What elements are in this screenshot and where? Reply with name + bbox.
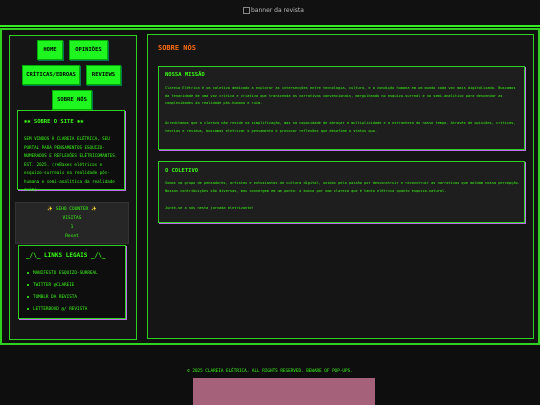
link-item[interactable]: LETTERBOXD @/ REVISTA: [27, 307, 87, 312]
links-title: _/\_ LINKS LEGAIS _/\_: [26, 252, 106, 259]
bullet-icon: [27, 283, 29, 286]
footer-widget: [193, 378, 375, 405]
collective-paragraph-1: Somos um grupo de pensadores, artistas e…: [165, 181, 520, 193]
counter-reset-button[interactable]: Reset: [16, 234, 128, 239]
mission-card: NOSSA MISSÃO Clareia Elétrica é um colet…: [158, 66, 525, 150]
nav-opinioes-button[interactable]: OPINIÕES: [69, 40, 108, 60]
bullet-icon: [27, 295, 29, 298]
collective-paragraph-2: Junte-se a nós nesta jornada eletrizante…: [165, 206, 254, 210]
banner-image: banner da revista: [243, 7, 304, 14]
links-box: _/\_ LINKS LEGAIS _/\_ MANIFESTO ESQUIZO…: [18, 245, 126, 319]
bullet-icon: [27, 307, 29, 310]
link-item[interactable]: MANIFESTO ESQUIZO-SURREAL: [27, 271, 98, 276]
link-item[interactable]: TWITTER @CLAREIE: [27, 283, 74, 288]
page-title: SOBRE NÓS: [158, 44, 196, 52]
collective-title: O COLETIVO: [165, 168, 199, 174]
about-site-title: ✱✱ SOBRE O SITE ✱✱: [24, 119, 84, 125]
mission-paragraph-2: Acreditamos que a clareza não reside na …: [165, 121, 516, 133]
broken-image-icon: [243, 7, 250, 14]
visit-counter: ✨ SEHO COUNTER ✨ VISITAS 1 Reset: [15, 202, 129, 244]
mission-title: NOSSA MISSÃO: [165, 72, 205, 78]
link-item[interactable]: TUMBLR DA REVISTA: [27, 295, 77, 300]
collective-card: O COLETIVO Somos um grupo de pensadores,…: [158, 161, 525, 223]
nav-criticas-button[interactable]: CRÍTICAS/EDROAS: [22, 65, 80, 85]
bullet-icon: [27, 271, 29, 274]
nav-home-button[interactable]: HOME: [37, 40, 63, 60]
banner-alt-text: banner da revista: [251, 7, 304, 14]
about-site-box: ✱✱ SOBRE O SITE ✱✱ SEM VINDOS À CLAREIA …: [17, 110, 125, 192]
nav-reviews-button[interactable]: REVIEWS: [86, 65, 121, 85]
nav-sobre-nos-button[interactable]: SOBRE NÓS: [52, 90, 92, 110]
counter-value: 1: [70, 225, 74, 230]
site-header: banner da revista: [0, 0, 540, 27]
footer-copyright: © 2025 CLAREIA ELÉTRICA. ALL RIGHTS RESE…: [187, 369, 353, 374]
counter-title: ✨ SEHO COUNTER ✨: [47, 207, 97, 212]
mission-paragraph-1: Clareia Elétrica é um coletivo dedicado …: [165, 86, 516, 105]
counter-label: VISITAS: [62, 216, 82, 221]
about-site-text: SEM VINDOS À CLAREIA ELÉTRICA, SEU PORTA…: [24, 136, 118, 192]
